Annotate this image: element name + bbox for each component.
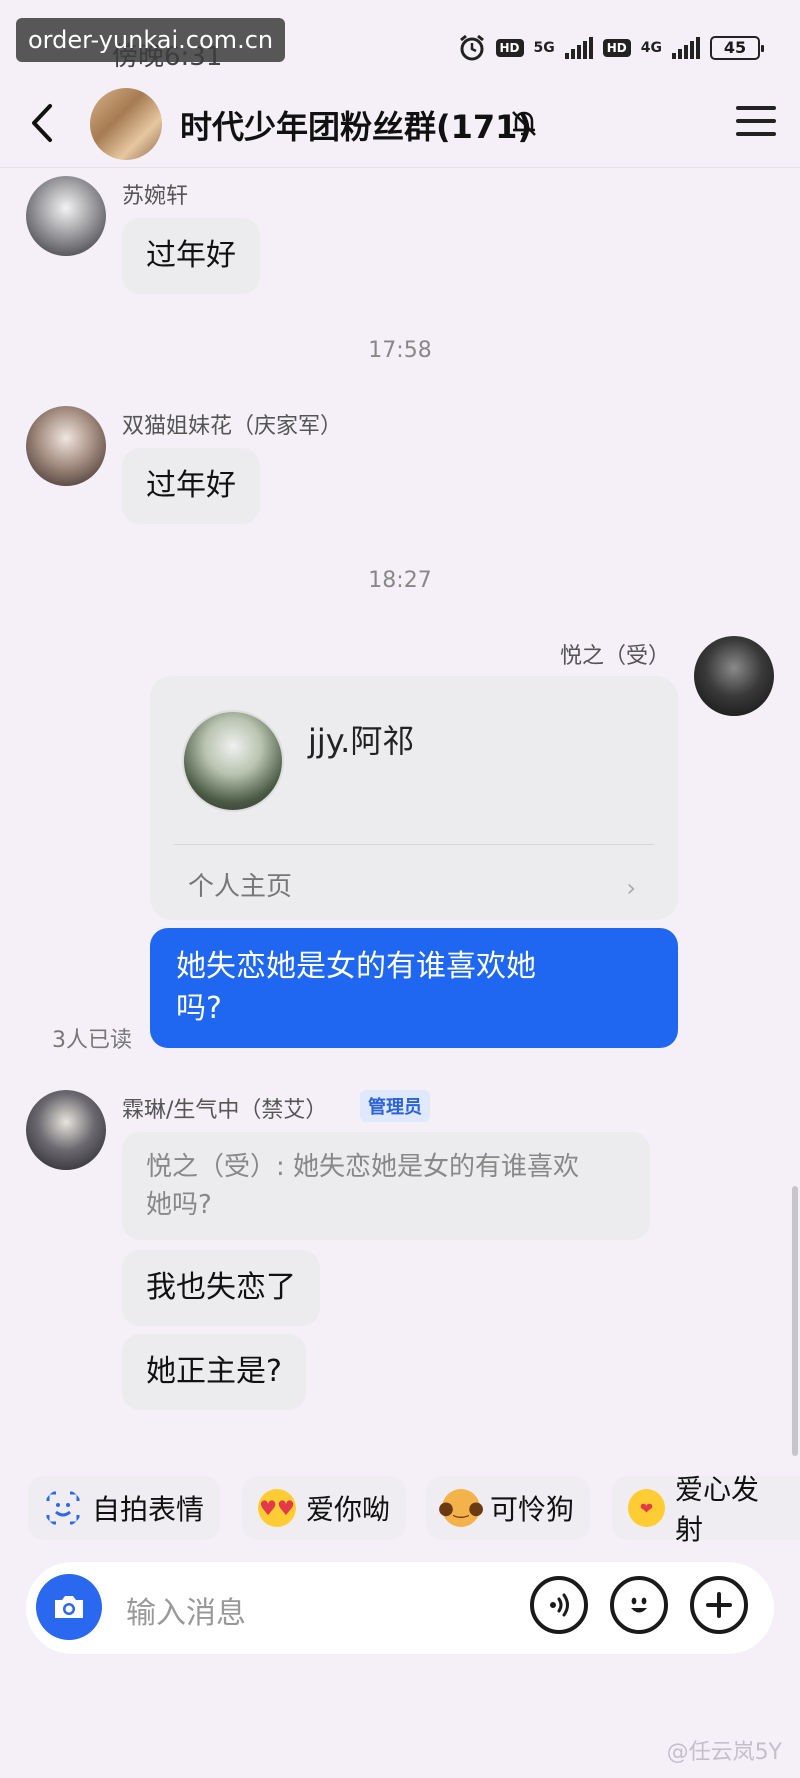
voice-icon: [550, 1593, 569, 1617]
message-bubble[interactable]: 我也失恋了: [122, 1250, 320, 1326]
chip-label: 可怜狗: [490, 1493, 575, 1526]
hd-badge-2: HD: [602, 39, 631, 57]
timestamp: 17:58: [368, 338, 432, 363]
camera-button[interactable]: [36, 1574, 102, 1640]
hd-badge: HD: [495, 39, 524, 57]
plus-button[interactable]: [690, 1576, 748, 1634]
quote-bubble[interactable]: 悦之（受）: 她失恋她是女的有谁喜欢 她吗?: [122, 1132, 650, 1240]
profile-link[interactable]: 个人主页: [188, 866, 292, 903]
network-4g: 4G: [640, 40, 662, 56]
sticker-chip-selfie[interactable]: 自拍表情: [28, 1476, 221, 1540]
chip-label: 自拍表情: [92, 1493, 205, 1526]
voice-button[interactable]: [530, 1576, 588, 1634]
message-bubble[interactable]: 她正主是?: [122, 1334, 306, 1410]
selfie-face-icon: [46, 1491, 80, 1525]
smiley-icon: [631, 1597, 647, 1613]
read-status[interactable]: 3人已读: [52, 1022, 132, 1054]
avatar[interactable]: [26, 176, 106, 256]
card-divider: [174, 844, 654, 845]
watermark-bottom: @任云岚5Y: [666, 1740, 782, 1765]
avatar[interactable]: [26, 406, 106, 486]
sticker-chip-dog[interactable]: ●‿● 可怜狗: [426, 1476, 591, 1540]
hearts-face-icon: ❤: [628, 1489, 665, 1527]
signal-bars-icon: [564, 37, 593, 59]
back-arrow-icon[interactable]: [22, 100, 62, 146]
group-avatar[interactable]: [90, 88, 162, 160]
signal-bars-icon-2: [672, 37, 700, 59]
battery-indicator: 45: [710, 36, 764, 60]
quote-line: 悦之（受）: 她失恋她是女的有谁喜欢: [146, 1152, 580, 1182]
watermark-top: order-yunkai.com.cn: [16, 18, 286, 62]
admin-badge: 管理员: [360, 1090, 430, 1122]
sticker-chip-love[interactable]: ♥♥ 爱你呦: [242, 1476, 407, 1540]
sender-name: 双猫姐妹花（庆家军）: [122, 414, 343, 439]
avatar[interactable]: [694, 636, 774, 716]
chip-label: 爱你呦: [306, 1493, 391, 1526]
scrollbar[interactable]: [792, 1186, 798, 1456]
message-input[interactable]: 输入消息: [126, 1588, 246, 1632]
message-bubble[interactable]: 过年好: [122, 448, 260, 524]
plus-icon: [706, 1592, 732, 1618]
sender-name: 苏婉轩: [122, 184, 189, 209]
message-bubble[interactable]: 过年好: [122, 218, 260, 294]
dog-icon: ●‿●: [438, 1489, 484, 1527]
network-5g: 5G: [533, 40, 555, 56]
timestamp: 18:27: [368, 568, 432, 593]
alarm-icon: [459, 34, 484, 61]
group-title[interactable]: 时代少年团粉丝群(171): [180, 102, 532, 148]
chat-header: 时代少年团粉丝群(171): [0, 78, 800, 168]
bell-muted-icon: [512, 111, 536, 136]
sticker-chip-hearts[interactable]: ❤ 爱心发射: [612, 1473, 800, 1546]
heart-eyes-icon: ♥♥: [258, 1489, 296, 1527]
message-input-bar: 输入消息: [26, 1562, 774, 1654]
card-name: jjy.阿祁: [308, 722, 415, 760]
quote-line: 她吗?: [146, 1190, 212, 1220]
message-line: 她失恋她是女的有谁喜欢她: [176, 949, 536, 984]
sent-message-bubble[interactable]: 她失恋她是女的有谁喜欢她 吗?: [150, 928, 678, 1048]
sender-name: 霖琳/生气中（禁艾）: [122, 1098, 328, 1123]
message-line: 吗?: [176, 991, 222, 1026]
menu-icon[interactable]: [736, 106, 776, 138]
chip-label: 爱心发射: [674, 1473, 759, 1546]
status-icons: HD 5G HD 4G 45: [458, 34, 764, 62]
card-avatar: [182, 710, 284, 812]
emoji-button[interactable]: [610, 1576, 668, 1634]
chevron-right-icon: ›: [626, 874, 636, 902]
camera-icon: [55, 1596, 83, 1618]
avatar[interactable]: [26, 1090, 106, 1170]
profile-card[interactable]: jjy.阿祁 个人主页 ›: [150, 676, 678, 920]
sender-name: 悦之（受）: [559, 644, 670, 669]
